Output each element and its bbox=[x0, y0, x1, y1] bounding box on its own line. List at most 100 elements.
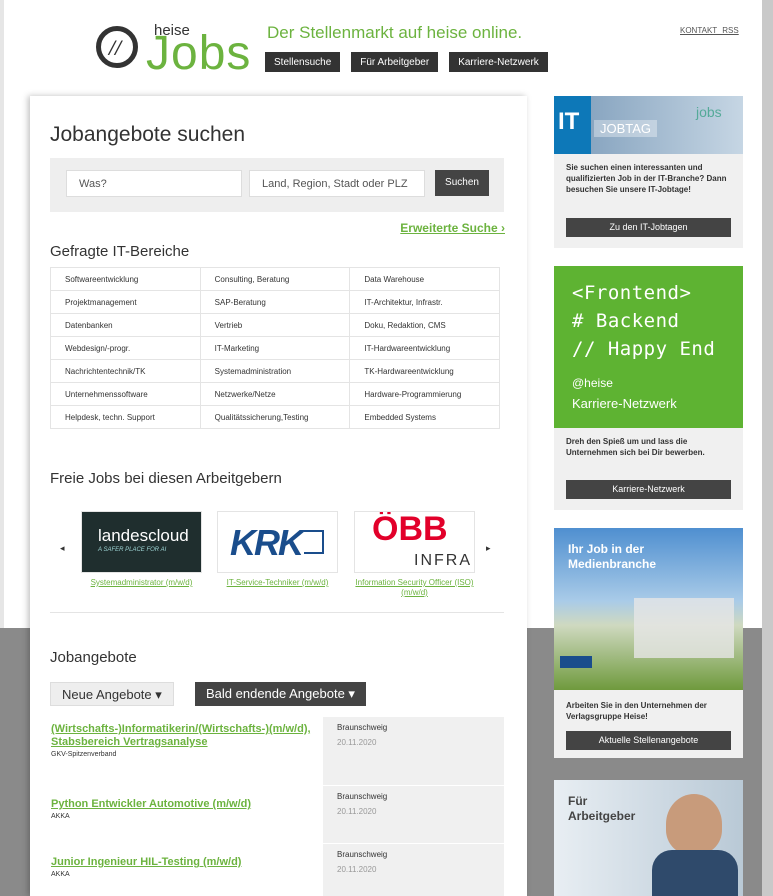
it-area-row: Projektmanagement SAP-Beratung IT-Architek… bbox=[50, 290, 500, 314]
job-date: 20.11.2020 bbox=[337, 738, 377, 747]
it-area-link[interactable]: IT-Hardwareentwicklung bbox=[349, 336, 500, 360]
it-area-link[interactable]: IT-Architektur, Infrastr. bbox=[349, 290, 500, 314]
current-jobs-button[interactable]: Aktuelle Stellenangebote bbox=[566, 731, 731, 750]
it-area-link[interactable]: Qualitätssicherung,Testing bbox=[199, 405, 351, 429]
main-content: Jobangebote suchen Was? Land, Region, St… bbox=[30, 96, 527, 896]
it-area-link[interactable]: Consulting, Beratung bbox=[199, 267, 351, 291]
it-area-row: Helpdesk, techn. Support Qualitätssicheru… bbox=[50, 405, 500, 429]
it-area-link[interactable]: Nachrichtentechnik/TK bbox=[50, 359, 201, 383]
it-label: IT bbox=[554, 96, 591, 154]
search-button[interactable]: Suchen bbox=[435, 170, 489, 196]
employer-logo-oebb[interactable]: ÖBB INFRA bbox=[354, 511, 475, 573]
heise-logo-icon: // bbox=[96, 26, 138, 68]
job-city: Braunschweig bbox=[337, 792, 388, 801]
job-meta: Braunschweig 20.11.2020 bbox=[323, 786, 504, 843]
it-area-row: Webdesign/-progr. IT-Marketing IT-Hardware… bbox=[50, 336, 500, 360]
it-area-link[interactable]: SAP-Beratung bbox=[199, 290, 351, 314]
it-area-row: Unternehmenssoftware Netzwerke/Netze Hardw… bbox=[50, 382, 500, 406]
job-main: (Wirtschafts-)Informatikerin/(Wirtschaft… bbox=[50, 717, 322, 785]
it-jobtag-box: IT JOBTAG jobs Sie suchen einen interess… bbox=[554, 96, 743, 248]
person-photo bbox=[666, 794, 722, 854]
it-area-link[interactable]: Webdesign/-progr. bbox=[50, 336, 201, 360]
nav-karriere-netzwerk[interactable]: Karriere-Netzwerk bbox=[449, 52, 548, 72]
tagline: Der Stellenmarkt auf heise online. bbox=[267, 23, 523, 42]
it-area-link[interactable]: Systemadministration bbox=[199, 359, 351, 383]
it-jobtag-banner[interactable]: IT JOBTAG jobs bbox=[554, 96, 743, 154]
banner-heise: @heise bbox=[572, 376, 613, 390]
job-company: AKKA bbox=[51, 813, 70, 820]
carousel-prev-icon[interactable]: ◂ bbox=[60, 543, 65, 554]
what-input[interactable]: Was? bbox=[66, 170, 242, 197]
divider bbox=[50, 612, 504, 613]
employer-caption[interactable]: Information Security Officer (ISO) (m/w/… bbox=[354, 578, 475, 598]
it-area-link[interactable]: Unternehmenssoftware bbox=[50, 382, 201, 406]
it-area-link[interactable]: Projektmanagement bbox=[50, 290, 201, 314]
job-title-link[interactable]: Python Entwickler Automotive (m/w/d) bbox=[51, 798, 322, 811]
it-area-link[interactable]: Data Warehouse bbox=[349, 267, 500, 291]
employer-logo-landescloud[interactable]: landescloud A SAFER PLACE FOR AI bbox=[81, 511, 202, 573]
it-jobtage-button[interactable]: Zu den IT-Jobtagen bbox=[566, 218, 731, 237]
jobtag-text: Sie suchen einen interessanten und quali… bbox=[566, 163, 727, 194]
it-area-link[interactable]: Doku, Redaktion, CMS bbox=[349, 313, 500, 337]
media-banner-image[interactable]: Ihr Job in der Medienbranche bbox=[554, 528, 743, 690]
oebb-logo-sub: INFRA bbox=[414, 552, 472, 569]
job-row: Junior Ingenieur HIL-Testing (m/w/d) AKK… bbox=[50, 844, 504, 896]
krk-logo-text: KRK bbox=[230, 522, 304, 563]
it-area-row: Datenbanken Vertrieb Doku, Redaktion, CMS bbox=[50, 313, 500, 337]
media-headline: Ihr Job in der Medienbranche bbox=[568, 542, 657, 571]
job-date: 20.11.2020 bbox=[337, 807, 377, 816]
jobtag-label: JOBTAG bbox=[594, 120, 658, 137]
job-company: GKV-Spitzenverband bbox=[51, 751, 117, 758]
tab-ending-offers[interactable]: Bald endende Angebote ▾ bbox=[195, 682, 366, 706]
heise-badge-icon bbox=[560, 656, 592, 668]
employers-heading: Freie Jobs bei diesen Arbeitgebern bbox=[50, 470, 282, 487]
it-area-link[interactable]: Hardware-Programmierung bbox=[349, 382, 500, 406]
banner-line-frontend: <Frontend> bbox=[572, 282, 692, 304]
career-network-button[interactable]: Karriere-Netzwerk bbox=[566, 480, 731, 499]
employer-logo-krk[interactable]: KRK bbox=[217, 511, 338, 573]
job-main: Python Entwickler Automotive (m/w/d) AKK… bbox=[50, 786, 322, 843]
it-area-link[interactable]: Netzwerke/Netze bbox=[199, 382, 351, 406]
job-company: AKKA bbox=[51, 871, 70, 878]
it-area-link[interactable]: Softwareentwicklung bbox=[50, 267, 201, 291]
top-navigation: Stellensuche Für Arbeitgeber Karriere-Ne… bbox=[265, 52, 548, 72]
landescloud-logo-text: landescloud bbox=[98, 526, 189, 545]
it-area-link[interactable]: Vertrieb bbox=[199, 313, 351, 337]
job-city: Braunschweig bbox=[337, 723, 388, 732]
background-edge-left bbox=[0, 0, 4, 628]
building-image bbox=[634, 598, 734, 658]
where-input[interactable]: Land, Region, Stadt oder PLZ bbox=[249, 170, 425, 197]
for-employers-box[interactable]: Für Arbeitgeber bbox=[554, 780, 743, 896]
it-area-row: Softwareentwicklung Consulting, Beratung D… bbox=[50, 267, 500, 291]
it-areas-heading: Gefragte IT-Bereiche bbox=[50, 243, 190, 260]
tab-new-offers[interactable]: Neue Angebote ▾ bbox=[50, 682, 174, 706]
job-row: Python Entwickler Automotive (m/w/d) AKK… bbox=[50, 786, 504, 843]
career-network-banner[interactable]: <Frontend> # Backend // Happy End @heise… bbox=[554, 266, 743, 428]
it-area-link[interactable]: Embedded Systems bbox=[349, 405, 500, 429]
it-area-link[interactable]: Datenbanken bbox=[50, 313, 201, 337]
jobs-heading: Jobangebote bbox=[50, 649, 137, 666]
nav-fuer-arbeitgeber[interactable]: Für Arbeitgeber bbox=[351, 52, 439, 72]
job-row: (Wirtschafts-)Informatikerin/(Wirtschaft… bbox=[50, 717, 504, 785]
nav-stellensuche[interactable]: Stellensuche bbox=[265, 52, 341, 72]
job-meta: Braunschweig 20.11.2020 bbox=[323, 844, 504, 896]
it-area-link[interactable]: TK-Hardwareentwicklung bbox=[349, 359, 500, 383]
for-employers-headline: Für Arbeitgeber bbox=[568, 794, 636, 823]
carousel-next-icon[interactable]: ▸ bbox=[486, 543, 491, 554]
job-title-link[interactable]: Junior Ingenieur HIL-Testing (m/w/d) bbox=[51, 856, 322, 869]
it-areas-grid: Softwareentwicklung Consulting, Beratung D… bbox=[50, 267, 500, 429]
employer-caption[interactable]: IT-Service-Techniker (m/w/d) bbox=[217, 578, 338, 588]
employer-caption[interactable]: Systemadministrator (m/w/d) bbox=[81, 578, 202, 588]
page-title: Jobangebote suchen bbox=[50, 123, 245, 146]
contact-rss-links[interactable]: KONTAKT RSS bbox=[680, 26, 739, 35]
it-area-link[interactable]: IT-Marketing bbox=[199, 336, 351, 360]
jobs-brand-label: jobs bbox=[696, 104, 722, 120]
person-suit bbox=[652, 850, 738, 896]
search-form: Was? Land, Region, Stadt oder PLZ Suchen bbox=[50, 158, 504, 212]
job-title-link[interactable]: (Wirtschafts-)Informatikerin/(Wirtschaft… bbox=[51, 723, 322, 749]
media-jobs-box: Ihr Job in der Medienbranche Arbeiten Si… bbox=[554, 528, 743, 758]
it-area-link[interactable]: Helpdesk, techn. Support bbox=[50, 405, 201, 429]
job-city: Braunschweig bbox=[337, 850, 388, 859]
advanced-search-link[interactable]: Erweiterte Suche › bbox=[400, 221, 505, 235]
heise-jobs-logo[interactable]: // heise Jobs bbox=[96, 22, 256, 80]
